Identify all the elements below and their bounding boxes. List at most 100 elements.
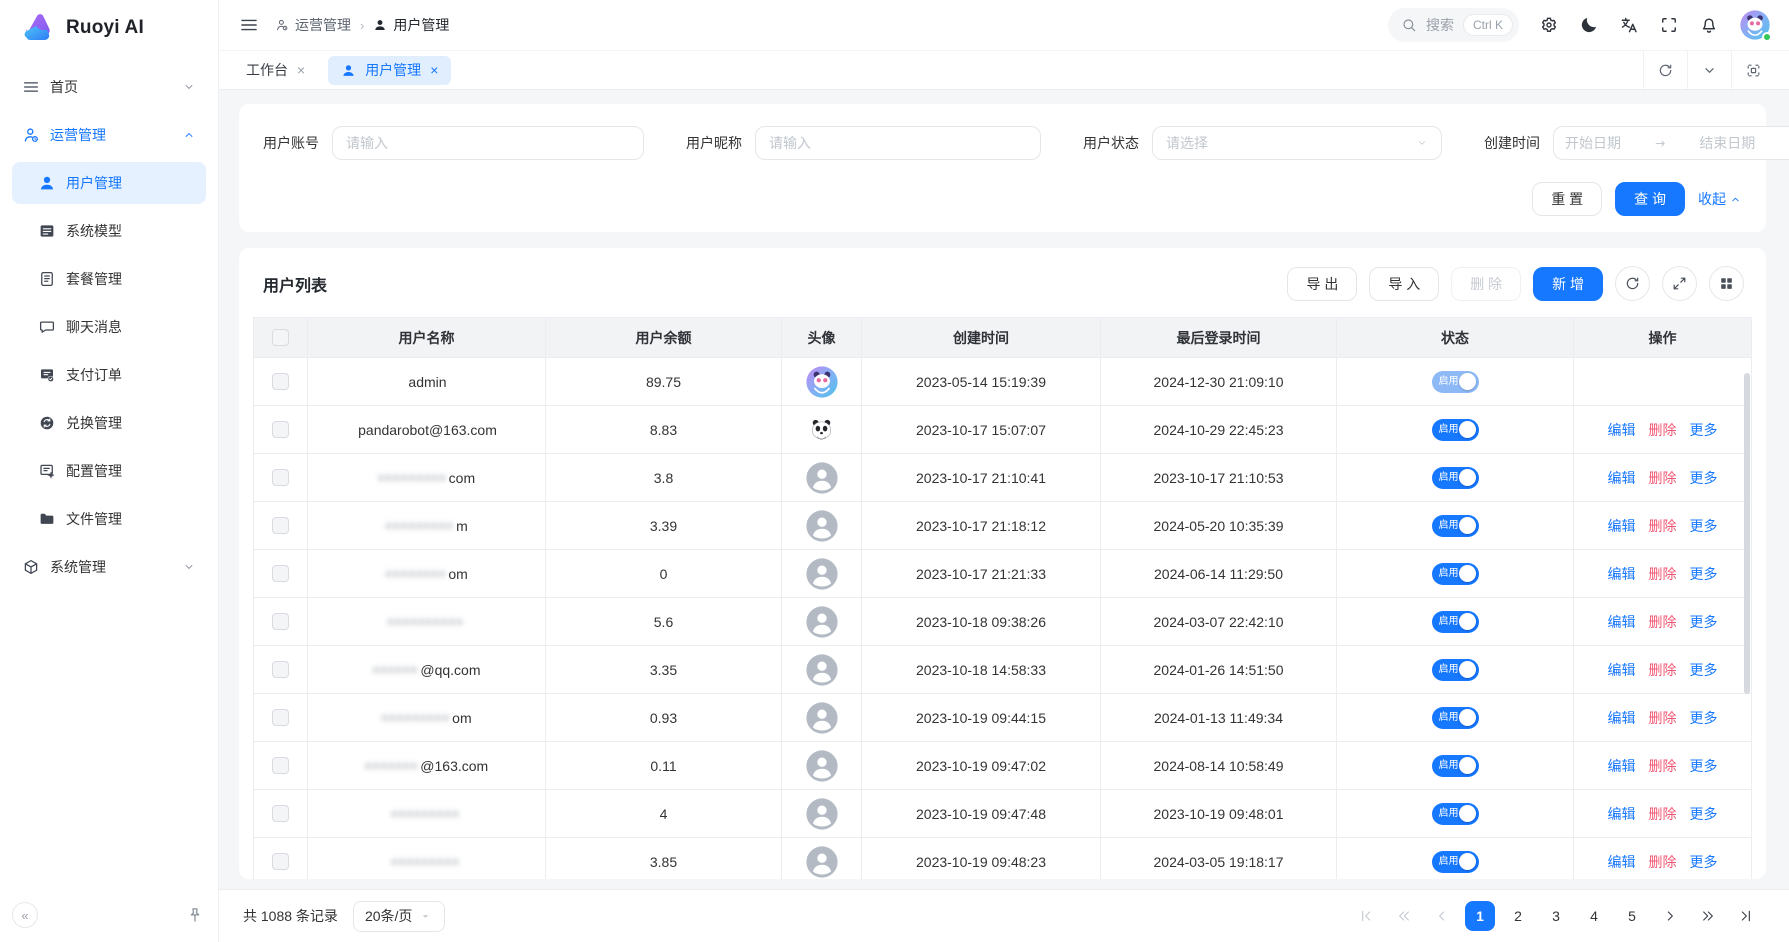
content-fullscreen-button[interactable] [1731, 51, 1775, 89]
row-checkbox[interactable] [272, 565, 289, 582]
row-checkbox[interactable] [272, 709, 289, 726]
page-button-5[interactable]: 5 [1617, 901, 1647, 931]
global-search[interactable]: 搜索 Ctrl K [1388, 8, 1519, 42]
status-toggle[interactable]: 启用 [1432, 707, 1479, 729]
delete-link[interactable]: 删除 [1649, 516, 1677, 536]
status-toggle[interactable]: 启用 [1432, 755, 1479, 777]
status-toggle[interactable]: 启用 [1432, 851, 1479, 873]
delete-link[interactable]: 删除 [1649, 660, 1677, 680]
page-button-4[interactable]: 4 [1579, 901, 1609, 931]
sidebar-item-system[interactable]: 系统管理 [12, 546, 206, 588]
delete-link[interactable]: 删除 [1649, 852, 1677, 872]
theme-moon-icon[interactable] [1579, 15, 1599, 35]
status-toggle[interactable]: 启用 [1432, 515, 1479, 537]
row-checkbox[interactable] [272, 421, 289, 438]
row-checkbox[interactable] [272, 517, 289, 534]
status-toggle[interactable]: 启用 [1432, 659, 1479, 681]
status-toggle[interactable]: 启用 [1432, 371, 1479, 393]
status-toggle[interactable]: 启用 [1432, 611, 1479, 633]
prev-group-button[interactable] [1389, 901, 1419, 931]
delete-link[interactable]: 删除 [1649, 420, 1677, 440]
edit-link[interactable]: 编辑 [1608, 564, 1636, 584]
row-checkbox[interactable] [272, 853, 289, 870]
row-checkbox[interactable] [272, 469, 289, 486]
breadcrumb-item-user-mgmt[interactable]: 用户管理 [373, 15, 449, 35]
delete-link[interactable]: 删除 [1649, 708, 1677, 728]
sidebar-collapse-button[interactable]: « [12, 902, 38, 928]
user-avatar[interactable] [1739, 9, 1771, 41]
edit-link[interactable]: 编辑 [1608, 852, 1636, 872]
table-scrollbar[interactable] [1743, 373, 1751, 875]
pin-icon[interactable] [186, 906, 204, 924]
next-page-button[interactable] [1655, 901, 1685, 931]
more-link[interactable]: 更多 [1690, 468, 1718, 488]
page-button-3[interactable]: 3 [1541, 901, 1571, 931]
more-link[interactable]: 更多 [1690, 756, 1718, 776]
sidebar-subitem-3[interactable]: 聊天消息 [12, 306, 206, 348]
edit-link[interactable]: 编辑 [1608, 516, 1636, 536]
import-button[interactable]: 导 入 [1369, 267, 1439, 301]
expand-table-button[interactable] [1662, 266, 1697, 301]
last-page-button[interactable] [1731, 901, 1761, 931]
row-checkbox[interactable] [272, 613, 289, 630]
row-checkbox[interactable] [272, 757, 289, 774]
more-link[interactable]: 更多 [1690, 516, 1718, 536]
select-all-checkbox[interactable] [272, 329, 289, 346]
delete-link[interactable]: 删除 [1649, 804, 1677, 824]
delete-link[interactable]: 删除 [1649, 612, 1677, 632]
status-select[interactable]: 请选择 [1152, 126, 1442, 160]
tab-refresh-button[interactable] [1643, 51, 1687, 89]
tab-menu-button[interactable] [1687, 51, 1731, 89]
export-button[interactable]: 导 出 [1287, 267, 1357, 301]
next-group-button[interactable] [1693, 901, 1723, 931]
sidebar-subitem-6[interactable]: 配置管理 [12, 450, 206, 492]
edit-link[interactable]: 编辑 [1608, 756, 1636, 776]
sidebar-subitem-5[interactable]: 兑换管理 [12, 402, 206, 444]
add-button[interactable]: 新 增 [1533, 267, 1603, 301]
scrollbar-thumb[interactable] [1744, 373, 1750, 694]
delete-link[interactable]: 删除 [1649, 756, 1677, 776]
status-toggle[interactable]: 启用 [1432, 419, 1479, 441]
first-page-button[interactable] [1351, 901, 1381, 931]
collapse-filters-link[interactable]: 收起 [1698, 189, 1742, 209]
row-checkbox[interactable] [272, 373, 289, 390]
status-toggle[interactable]: 启用 [1432, 467, 1479, 489]
edit-link[interactable]: 编辑 [1608, 468, 1636, 488]
row-checkbox[interactable] [272, 661, 289, 678]
edit-link[interactable]: 编辑 [1608, 612, 1636, 632]
notifications-bell-icon[interactable] [1699, 15, 1719, 35]
nickname-input[interactable]: 请输入 [755, 126, 1041, 160]
delete-link[interactable]: 删除 [1649, 564, 1677, 584]
page-button-1[interactable]: 1 [1465, 901, 1495, 931]
sidebar-toggle-icon[interactable] [239, 15, 259, 35]
search-button[interactable]: 查 询 [1615, 182, 1685, 216]
tab-user-mgmt[interactable]: 用户管理 × [328, 56, 451, 85]
delete-link[interactable]: 删除 [1649, 468, 1677, 488]
settings-gear-icon[interactable] [1539, 15, 1559, 35]
language-translate-icon[interactable] [1619, 15, 1639, 35]
more-link[interactable]: 更多 [1690, 804, 1718, 824]
close-icon[interactable]: × [430, 63, 438, 77]
close-icon[interactable]: × [297, 63, 305, 77]
more-link[interactable]: 更多 [1690, 708, 1718, 728]
sidebar-subitem-4[interactable]: 支付订单 [12, 354, 206, 396]
more-link[interactable]: 更多 [1690, 420, 1718, 440]
column-settings-button[interactable] [1709, 266, 1744, 301]
prev-page-button[interactable] [1427, 901, 1457, 931]
row-checkbox[interactable] [272, 805, 289, 822]
refresh-table-button[interactable] [1615, 266, 1650, 301]
edit-link[interactable]: 编辑 [1608, 804, 1636, 824]
edit-link[interactable]: 编辑 [1608, 708, 1636, 728]
page-size-select[interactable]: 20条/页 [353, 901, 445, 932]
reset-button[interactable]: 重 置 [1532, 182, 1602, 216]
more-link[interactable]: 更多 [1690, 612, 1718, 632]
more-link[interactable]: 更多 [1690, 660, 1718, 680]
edit-link[interactable]: 编辑 [1608, 420, 1636, 440]
page-button-2[interactable]: 2 [1503, 901, 1533, 931]
breadcrumb-item-operations[interactable]: 运营管理 [275, 15, 351, 35]
fullscreen-icon[interactable] [1659, 15, 1679, 35]
sidebar-subitem-0[interactable]: 用户管理 [12, 162, 206, 204]
account-input[interactable]: 请输入 [332, 126, 644, 160]
edit-link[interactable]: 编辑 [1608, 660, 1636, 680]
sidebar-subitem-7[interactable]: 文件管理 [12, 498, 206, 540]
